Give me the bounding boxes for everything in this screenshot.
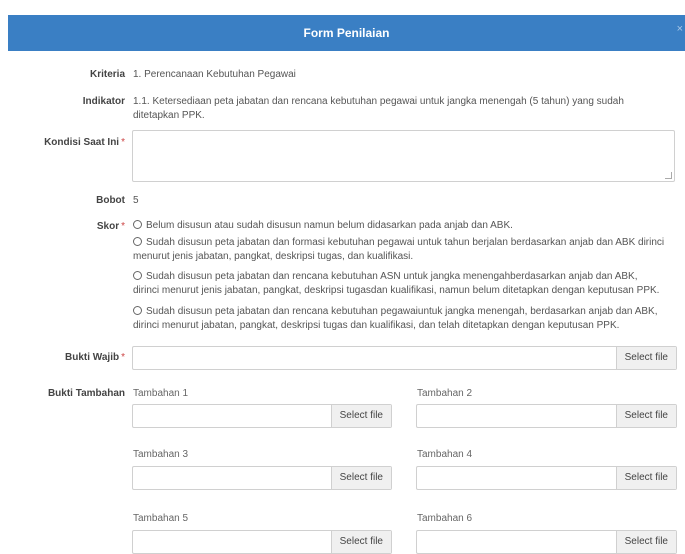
kondisi-label-text: Kondisi Saat Ini (44, 137, 120, 148)
kriteria-value: 1. Perencanaan Kebutuhan Pegawai (133, 69, 296, 80)
required-mark: * (121, 352, 125, 363)
tambahan-4-label: Tambahan 4 (417, 449, 473, 460)
skor-option-1[interactable]: Belum disusun atau sudah disusun namun b… (133, 219, 678, 233)
tambahan-3-file-input[interactable]: Select file (132, 466, 392, 490)
skor-option-text: Sudah disusun peta jabatan dan formasi k… (146, 237, 665, 248)
tambahan-4-file-input[interactable]: Select file (416, 466, 677, 490)
bukti-wajib-label: Bukti Wajib * (65, 352, 125, 363)
select-file-button[interactable]: Select file (330, 467, 391, 489)
modal-title: Form Penilaian (303, 26, 390, 40)
required-mark: * (121, 137, 125, 148)
skor-label-text: Skor (96, 221, 120, 232)
tambahan-5-file-input[interactable]: Select file (132, 530, 392, 554)
select-file-button[interactable]: Select file (615, 347, 676, 369)
indikator-line-1: 1.1. Ketersediaan peta jabatan dan renca… (133, 96, 624, 107)
skor-option-text: Sudah disusun peta jabatan dan rencana k… (146, 271, 638, 282)
kriteria-label: Kriteria (89, 69, 125, 80)
tambahan-2-label: Tambahan 2 (417, 388, 473, 399)
tambahan-2-file-input[interactable]: Select file (416, 404, 677, 428)
radio-button[interactable] (133, 237, 142, 246)
skor-option-text: menurut jenis jabatan, pangkat, deskrips… (133, 250, 414, 262)
kondisi-label: Kondisi Saat Ini * (44, 137, 125, 148)
modal-header: Form Penilaian × (8, 15, 685, 51)
select-file-button[interactable]: Select file (330, 405, 391, 427)
tambahan-1-label: Tambahan 1 (133, 388, 189, 399)
select-file-button[interactable]: Select file (615, 531, 676, 553)
skor-option-text: dirinci menurut jenis jabatan, pangkat, … (133, 284, 660, 296)
tambahan-1-file-input[interactable]: Select file (132, 404, 392, 428)
required-mark: * (121, 221, 125, 232)
kondisi-textarea[interactable] (132, 130, 675, 182)
close-icon[interactable]: × (677, 23, 683, 35)
skor-label: Skor * (97, 221, 125, 232)
tambahan-5-label: Tambahan 5 (133, 513, 189, 524)
indikator-line-2: ditetapkan PPK. (133, 110, 205, 121)
select-file-button[interactable]: Select file (330, 531, 391, 553)
bukti-tambahan-label: Bukti Tambahan (47, 388, 125, 399)
select-file-button[interactable]: Select file (615, 405, 676, 427)
bobot-label: Bobot (96, 195, 125, 206)
resize-handle-icon[interactable] (665, 172, 672, 179)
skor-option-2[interactable]: Sudah disusun peta jabatan dan formasi k… (133, 236, 678, 263)
select-file-button[interactable]: Select file (615, 467, 676, 489)
tambahan-6-file-input[interactable]: Select file (416, 530, 677, 554)
bukti-wajib-file-input[interactable]: Select file (132, 346, 677, 370)
tambahan-6-label: Tambahan 6 (417, 513, 473, 524)
tambahan-3-label: Tambahan 3 (133, 449, 189, 460)
radio-button[interactable] (133, 306, 142, 315)
bobot-value: 5 (133, 195, 139, 206)
skor-option-text: Belum disusun atau sudah disusun namun b… (146, 220, 513, 231)
radio-button[interactable] (133, 271, 142, 280)
bukti-wajib-label-text: Bukti Wajib (65, 352, 120, 363)
skor-option-text: Sudah disusun peta jabatan dan rencana k… (146, 306, 658, 317)
radio-button[interactable] (133, 220, 142, 229)
skor-option-text: dirinci menurut jabatan, pangkat, deskri… (133, 319, 620, 331)
indikator-label: Indikator (82, 96, 125, 107)
skor-option-4[interactable]: Sudah disusun peta jabatan dan rencana k… (133, 305, 678, 332)
skor-option-3[interactable]: Sudah disusun peta jabatan dan rencana k… (133, 270, 678, 297)
